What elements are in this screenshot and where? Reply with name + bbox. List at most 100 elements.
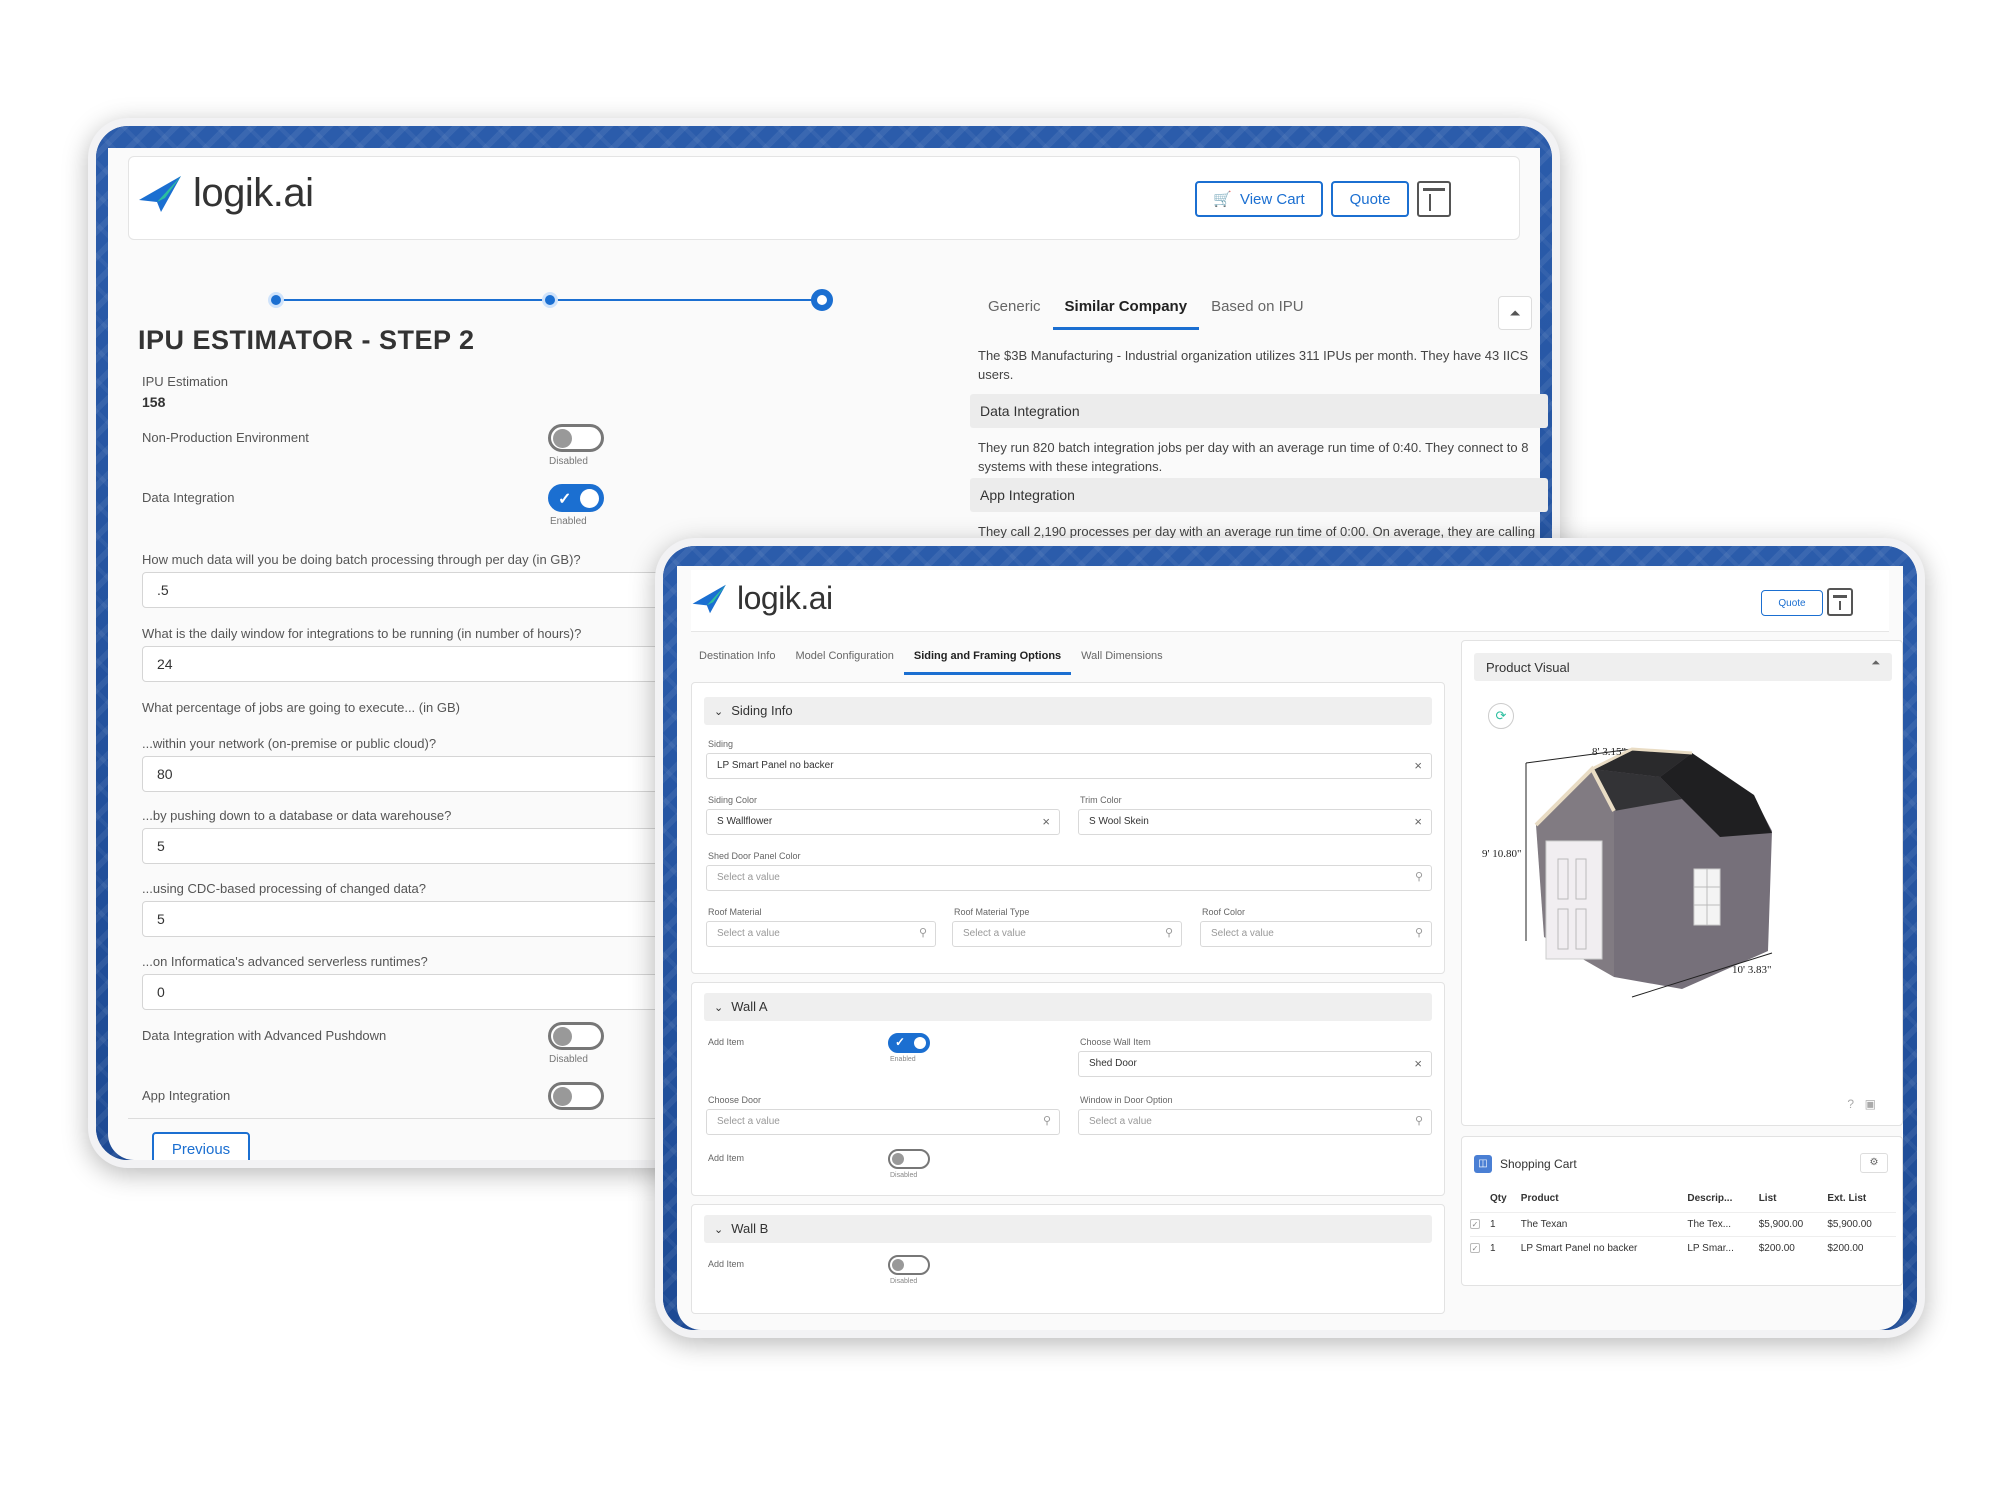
col-description[interactable]: Descrip...	[1687, 1193, 1758, 1213]
wall-b-header[interactable]: ⌄ Wall B	[704, 1215, 1432, 1243]
q-cdc-input[interactable]: 5	[142, 901, 702, 937]
roof-material-label: Roof Material	[708, 907, 762, 917]
non-prod-label: Non-Production Environment	[142, 430, 309, 445]
chevron-down-icon: ⌄	[714, 706, 724, 718]
siding-color-select[interactable]: S Wallflower ×	[706, 809, 1060, 835]
tab-siding-framing[interactable]: Siding and Framing Options	[903, 646, 1072, 675]
table-row[interactable]: ✓ 1 LP Smart Panel no backer LP Smar... …	[1470, 1236, 1896, 1260]
wall-a-header[interactable]: ⌄ Wall A	[704, 993, 1432, 1021]
comparison-tabs: Generic Similar Company Based on IPU	[976, 292, 1316, 330]
q-batch-input[interactable]: .5	[142, 572, 702, 608]
window-label: Window in Door Option	[1080, 1095, 1173, 1105]
data-integration-toggle[interactable]: ✓	[548, 484, 604, 512]
tab-model-configuration[interactable]: Model Configuration	[785, 646, 903, 675]
app-integration-label: App Integration	[142, 1088, 231, 1103]
adv-pushdown-toggle[interactable]	[548, 1022, 604, 1050]
clear-icon[interactable]: ×	[1414, 814, 1422, 829]
row-product: The Texan	[1520, 1212, 1688, 1237]
add-item2-toggle[interactable]	[888, 1149, 930, 1169]
roof-color-select[interactable]: Select a value ⚲	[1200, 921, 1432, 947]
door-panel-select[interactable]: Select a value ⚲	[706, 865, 1432, 891]
non-prod-toggle[interactable]	[548, 424, 604, 452]
wall-b-title: Wall B	[731, 1221, 769, 1236]
ipu-estimation-label: IPU Estimation	[142, 374, 228, 389]
check-icon: ✓	[558, 491, 572, 508]
trim-color-select[interactable]: S Wool Skein ×	[1078, 809, 1432, 835]
step-3-dot[interactable]	[811, 289, 833, 311]
pin-icon[interactable]: ⏶	[1498, 296, 1532, 330]
q-percent-label: What percentage of jobs are going to exe…	[142, 700, 460, 715]
search-icon: ⚲	[1164, 927, 1173, 939]
door-select[interactable]: Select a value ⚲	[706, 1109, 1060, 1135]
dim-right-label: 10' 3.83"	[1732, 964, 1771, 976]
gear-icon[interactable]: ⚙	[1860, 1153, 1888, 1173]
logo[interactable]: logik.ai	[137, 171, 314, 216]
fullscreen-icon[interactable]: ▣	[1865, 1097, 1876, 1111]
step-line-1	[276, 299, 550, 301]
pin-icon[interactable]: ⏶	[1871, 657, 1880, 670]
row-description: The Tex...	[1687, 1212, 1759, 1237]
logo-2[interactable]: logik.ai	[691, 580, 833, 617]
q-pushdown-input[interactable]: 5	[142, 828, 702, 864]
configurator-screen: logik.ai Quote Destination Info Model Co…	[663, 546, 1917, 1330]
wall-item-select[interactable]: Shed Door ×	[1078, 1051, 1432, 1077]
shed-3d-model[interactable]: 8' 3.15" 9' 10.80" 10' 3.83"	[1482, 741, 1882, 1081]
roof-type-select[interactable]: Select a value ⚲	[952, 921, 1182, 947]
col-product[interactable]: Product	[1521, 1193, 1688, 1213]
layout-icon-2[interactable]	[1827, 588, 1853, 616]
clear-icon[interactable]: ×	[1414, 758, 1422, 773]
quote-button[interactable]: Quote	[1331, 181, 1409, 217]
di-heading: Data Integration	[970, 394, 1548, 428]
add-item-toggle[interactable]: ✓	[888, 1033, 930, 1053]
previous-button[interactable]: Previous	[152, 1132, 250, 1160]
search-icon: ⚲	[1414, 871, 1423, 883]
tab-destination-info[interactable]: Destination Info	[689, 646, 785, 675]
col-qty[interactable]: Qty	[1490, 1193, 1521, 1213]
col-ext-list[interactable]: Ext. List	[1827, 1193, 1896, 1213]
tab-based-on-ipu[interactable]: Based on IPU	[1199, 292, 1316, 330]
col-list[interactable]: List	[1759, 1193, 1828, 1213]
layout-icon[interactable]	[1417, 181, 1451, 217]
siding-select[interactable]: LP Smart Panel no backer ×	[706, 753, 1432, 779]
wall-b-add-item-toggle[interactable]	[888, 1255, 930, 1275]
search-icon: ⚲	[1042, 1115, 1051, 1127]
q-serverless-input[interactable]: 0	[142, 974, 702, 1010]
cart-header-row: Qty Product Descrip... List Ext. List	[1470, 1193, 1896, 1213]
row-ext-list: $5,900.00	[1827, 1212, 1896, 1237]
window-select[interactable]: Select a value ⚲	[1078, 1109, 1432, 1135]
quote-button-2[interactable]: Quote	[1761, 590, 1823, 616]
chevron-down-icon: ⌄	[714, 1224, 724, 1236]
roof-material-select[interactable]: Select a value ⚲	[706, 921, 936, 947]
table-row[interactable]: ✓ 1 The Texan The Tex... $5,900.00 $5,90…	[1470, 1212, 1896, 1237]
help-icon[interactable]: ?	[1847, 1097, 1854, 1111]
view-cart-button[interactable]: 🛒 View Cart	[1195, 181, 1323, 217]
progress-stepper	[268, 289, 833, 311]
tab-similar-company[interactable]: Similar Company	[1052, 292, 1200, 330]
step-2-dot[interactable]	[542, 292, 558, 308]
q-cdc-label: ...using CDC-based processing of changed…	[142, 881, 427, 896]
row-checkbox[interactable]: ✓	[1470, 1219, 1480, 1229]
clear-icon[interactable]: ×	[1042, 814, 1050, 829]
roof-color-label: Roof Color	[1202, 907, 1246, 917]
siding-info-header[interactable]: ⌄ Siding Info	[704, 697, 1432, 725]
row-product: LP Smart Panel no backer	[1520, 1236, 1688, 1260]
tab-generic[interactable]: Generic	[976, 292, 1053, 330]
roof-material-placeholder: Select a value	[717, 928, 780, 939]
refresh-icon[interactable]: ⟳	[1488, 703, 1514, 729]
siding-label: Siding	[708, 739, 734, 749]
tab-wall-dimensions[interactable]: Wall Dimensions	[1071, 646, 1173, 675]
view-cart-label: View Cart	[1239, 190, 1305, 208]
app-integration-toggle[interactable]	[548, 1082, 604, 1110]
row-ext-list: $200.00	[1827, 1236, 1896, 1260]
row-description: LP Smar...	[1687, 1236, 1759, 1260]
q-network-input[interactable]: 80	[142, 756, 702, 792]
wall-b-add-item-state: Disabled	[890, 1278, 918, 1285]
window-placeholder: Select a value	[1089, 1116, 1152, 1127]
wall-b-add-item-label: Add Item	[708, 1259, 745, 1269]
clear-icon[interactable]: ×	[1414, 1056, 1422, 1071]
data-integration-state: Enabled	[550, 516, 587, 527]
row-checkbox[interactable]: ✓	[1470, 1243, 1480, 1253]
ai-heading: App Integration	[970, 478, 1548, 512]
q-window-input[interactable]: 24	[142, 646, 702, 682]
step-1-dot[interactable]	[268, 292, 284, 308]
